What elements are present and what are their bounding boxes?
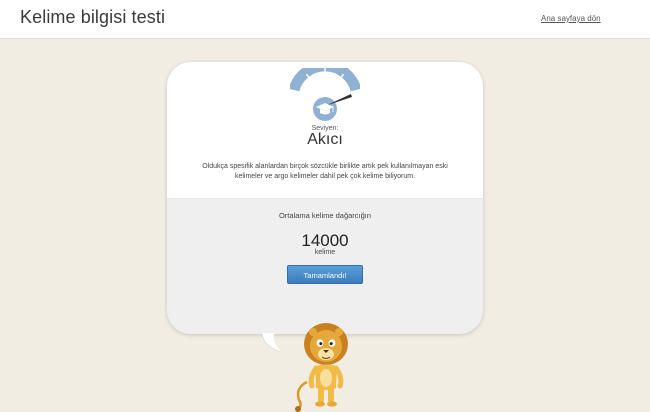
- speech-bubble-tail: [261, 333, 283, 353]
- lion-mascot: [295, 323, 348, 412]
- home-link[interactable]: Ana sayfaya dön: [541, 14, 601, 23]
- result-card: Seviyen: Akıcı Oldukça spesifik alanlard…: [167, 62, 483, 334]
- level-description: Oldukça spesifik alanlardan birçok sözcü…: [202, 163, 448, 180]
- done-button[interactable]: Tamamlandı!: [287, 265, 363, 284]
- average-vocabulary-label: Ortalama kelime dağarcığın: [278, 211, 372, 220]
- word-count: 14000: [301, 231, 349, 250]
- header-bar: Kelime bilgisi testi Ana sayfaya dön: [0, 0, 650, 39]
- level-value: Akıcı: [307, 131, 343, 148]
- page-title: Kelime bilgisi testi: [20, 7, 166, 27]
- word-unit: kelime: [314, 249, 336, 256]
- gauge-icon: [290, 68, 360, 121]
